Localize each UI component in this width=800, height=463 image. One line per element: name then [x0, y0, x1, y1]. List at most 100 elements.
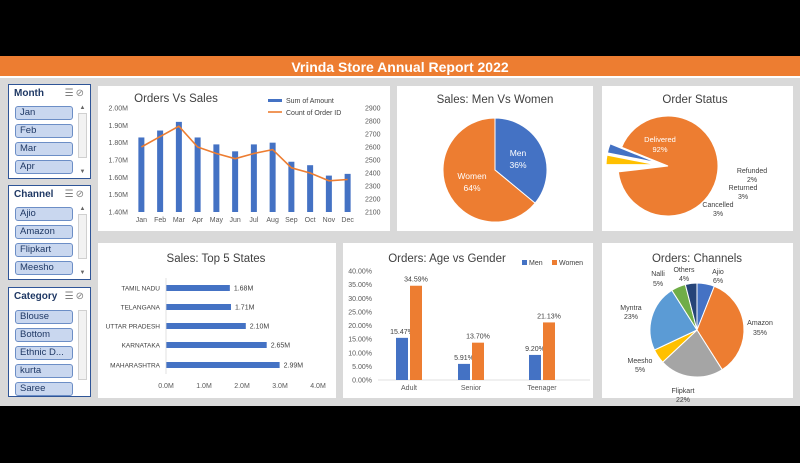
y2-tick-label: 2400 — [365, 171, 381, 178]
y2-tick-label: 2900 — [365, 106, 381, 113]
bar — [543, 322, 555, 380]
x-tick-label: 1.0M — [196, 383, 212, 390]
y-tick-label: KARNATAKA — [122, 343, 161, 350]
x-tick-label: Dec — [341, 217, 354, 224]
legend-label: Sum of Amount — [286, 98, 334, 105]
slice-label: Amazon — [747, 320, 773, 327]
y-tick-label: 0.00% — [352, 378, 372, 385]
slice-value: 3% — [713, 211, 723, 218]
slice-label: Refunded — [737, 168, 767, 175]
chart-title: Orders: Age vs Gender — [388, 253, 506, 265]
slice-value: 23% — [624, 314, 638, 321]
y-tick-label: TAMIL NADU — [121, 286, 160, 293]
slice-value: 6% — [713, 278, 723, 285]
y-tick-label: 20.00% — [348, 323, 372, 330]
bar — [166, 362, 280, 368]
y-tick-label: 40.00% — [348, 269, 372, 276]
slice-label: Myntra — [620, 305, 642, 312]
bar — [458, 363, 470, 380]
x-tick-label: Aug — [266, 217, 279, 224]
x-tick-label: Adult — [401, 385, 417, 392]
legend-label: Men — [529, 260, 543, 267]
data-label: 2.99M — [284, 363, 304, 370]
x-tick-label: Apr — [192, 217, 204, 224]
y-tick-label: MAHARASHTRA — [110, 363, 161, 370]
y-tick-label: 1.40M — [109, 210, 129, 217]
y-tick-label: 1.70M — [109, 158, 129, 165]
bar — [166, 285, 230, 291]
y-tick-label: 5.00% — [352, 364, 372, 371]
slice-label: Delivered — [644, 135, 676, 144]
slice-label: Flipkart — [672, 388, 695, 395]
x-tick-label: Teenager — [527, 385, 557, 392]
y2-tick-label: 2600 — [365, 145, 381, 152]
data-label: 1.71M — [235, 305, 255, 312]
y-tick-label: 2.00M — [109, 106, 129, 113]
bar — [157, 130, 164, 212]
y-tick-label: 15.00% — [348, 337, 372, 344]
slice-label: Cancelled — [702, 202, 733, 209]
slice-value: 4% — [679, 276, 689, 283]
bar — [288, 161, 295, 212]
y-tick-label: 1.90M — [109, 123, 129, 130]
x-tick-label: 2.0M — [234, 383, 250, 390]
slice-value: 35% — [753, 330, 767, 337]
x-tick-label: Jan — [136, 217, 147, 224]
slice-value: 5% — [653, 281, 663, 288]
bar — [138, 137, 145, 212]
legend-label: Count of Order ID — [286, 110, 341, 117]
bar — [166, 304, 231, 310]
bar — [529, 354, 541, 380]
data-label: 9.20% — [525, 346, 545, 353]
slice-label: Nalli — [651, 271, 665, 278]
slice-label: Returned — [729, 185, 758, 192]
x-tick-label: Nov — [323, 217, 336, 224]
x-tick-label: May — [210, 217, 224, 224]
data-label: 1.68M — [234, 286, 254, 293]
bar — [472, 342, 484, 380]
bar — [166, 342, 267, 348]
data-label: 2.10M — [250, 324, 270, 331]
bar — [166, 323, 246, 329]
x-tick-label: Mar — [173, 217, 186, 224]
x-tick-label: Jul — [249, 217, 258, 224]
x-tick-label: 0.0M — [158, 383, 174, 390]
chart-title: Orders Vs Sales — [134, 93, 218, 105]
chart-title: Sales: Top 5 States — [167, 253, 266, 265]
y-tick-label: 35.00% — [348, 282, 372, 289]
x-tick-label: Oct — [305, 217, 316, 224]
x-tick-label: 3.0M — [272, 383, 288, 390]
x-tick-label: Feb — [154, 217, 166, 224]
slice-value: 3% — [738, 194, 748, 201]
chart-title: Order Status — [662, 94, 727, 106]
y2-tick-label: 2300 — [365, 184, 381, 191]
slice-label: Men — [510, 148, 527, 158]
y-tick-label: 25.00% — [348, 309, 372, 316]
slice-value: 92% — [652, 145, 667, 154]
slice-value: 2% — [747, 177, 757, 184]
bar — [175, 121, 182, 212]
y2-tick-label: 2700 — [365, 132, 381, 139]
series-line — [140, 125, 348, 182]
x-tick-label: Jun — [229, 217, 240, 224]
pie-slice — [617, 115, 719, 217]
data-label: 13.70% — [466, 334, 490, 341]
data-label: 21.13% — [537, 313, 561, 320]
screen: Vrinda Store Annual Report 2022 Month ☰⊘… — [0, 0, 800, 463]
y-tick-label: 1.50M — [109, 192, 129, 199]
charts-layer: Orders Vs Sales 2.00M 1.90M 1.80M 1.70M 1.60M… — [106, 93, 773, 404]
slice-value: 5% — [635, 367, 645, 374]
x-tick-label: 4.0M — [310, 383, 326, 390]
legend-swatch — [268, 99, 282, 102]
slice-value: 64% — [463, 183, 480, 193]
data-label: 5.91% — [454, 355, 474, 362]
y2-tick-label: 2100 — [365, 210, 381, 217]
bar — [396, 337, 408, 380]
legend-label: Women — [559, 260, 583, 267]
slice-value: 22% — [676, 397, 690, 404]
legend-swatch — [552, 260, 557, 265]
y-tick-label: 30.00% — [348, 296, 372, 303]
x-tick-label: Senior — [461, 385, 482, 392]
bar — [194, 137, 201, 212]
y-tick-label: 10.00% — [348, 350, 372, 357]
